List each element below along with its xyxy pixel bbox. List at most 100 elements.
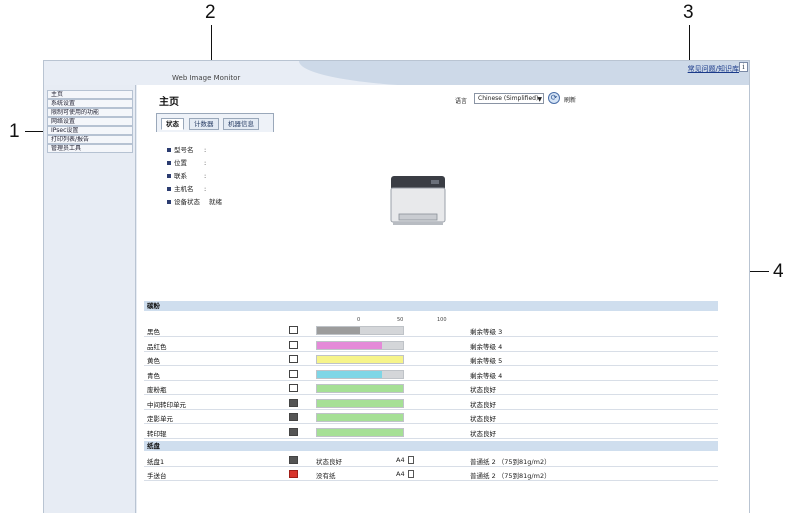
toner-status: 剩余等级 4 [470, 342, 503, 351]
paper-type: 普通纸 2 （75到81g/m2） [470, 472, 551, 480]
info-label: 主机名 [174, 185, 194, 193]
level-bar [316, 413, 404, 422]
header-bar: Web Image Monitor 常见问题/知识库 i [44, 61, 749, 87]
sidebar-item-restrict-functions[interactable]: 限制可使用的功能 [47, 108, 133, 117]
level-bar [316, 369, 404, 379]
level-bar [316, 427, 404, 437]
toner-row: 转印辊 状态良好 [144, 425, 718, 439]
refresh-link[interactable]: 刷新 [564, 95, 576, 104]
printer-image [387, 170, 449, 232]
help-link[interactable]: 常见问题/知识库 [688, 64, 739, 74]
toner-status: 状态良好 [470, 415, 496, 423]
toner-row: 黑色 剩余等级 3 [144, 323, 718, 337]
callout-3-line [689, 25, 690, 64]
level-bar-fill [317, 341, 382, 349]
header-wave [299, 61, 749, 87]
language-select-value: Chinese (Simplified) [478, 95, 539, 102]
bullet-icon [167, 161, 171, 165]
sidebar-item-print-list-report[interactable]: 打印列表/报告 [47, 135, 133, 144]
main-panel: 主页 语言 Chinese (Simplified) ▼ ⟳ 刷新 状态 计数器… [137, 85, 749, 513]
toner-row: 中间转印单元 状态良好 [144, 396, 718, 410]
info-row: 位置: [167, 157, 222, 170]
level-bar [316, 384, 404, 393]
level-bar [316, 340, 404, 350]
toner-status: 剩余等级 5 [470, 357, 503, 365]
language-select[interactable]: Chinese (Simplified) ▼ [474, 93, 544, 104]
callout-4: 4 [773, 261, 784, 282]
sidebar-item-network-settings[interactable]: 网络设置 [47, 117, 133, 126]
tray-section-header: 纸盘 [144, 441, 718, 451]
toner-status: 状态良好 [470, 386, 496, 394]
paper-orientation-icon [407, 470, 414, 478]
info-icon[interactable]: i [739, 62, 748, 72]
page-title: 主页 [159, 97, 179, 108]
refresh-icon[interactable]: ⟳ [548, 92, 560, 104]
product-name: Web Image Monitor [172, 74, 241, 82]
info-label: 位置 [174, 159, 187, 167]
toner-status: 状态良好 [470, 400, 496, 409]
chevron-down-icon: ▼ [537, 96, 542, 103]
info-row: 联系: [167, 170, 222, 183]
bypass-tray-error-icon [289, 470, 298, 478]
level-bar-fill [317, 370, 382, 378]
toner-label: 青色 [147, 371, 160, 380]
sidebar-item-system-settings[interactable]: 系统设置 [47, 99, 133, 108]
tray-row: 纸盘1 状态良好 A4 普通纸 2 （75到81g/m2） [144, 453, 718, 467]
toner-status: 剩余等级 4 [470, 371, 503, 380]
level-bar [316, 326, 404, 335]
sidebar-item-home[interactable]: 主页 [47, 90, 133, 99]
consumable-icon [289, 427, 298, 436]
consumable-icon [289, 398, 298, 407]
toner-row: 黄色 剩余等级 5 [144, 352, 718, 366]
toner-label: 废粉瓶 [147, 386, 167, 394]
paper-size: A4 [396, 456, 414, 464]
info-label: 设备状态 [174, 198, 200, 206]
tray-status: 状态良好 [316, 458, 342, 466]
toner-section-header: 碳粉 [144, 301, 718, 311]
callout-1: 1 [9, 121, 20, 142]
toner-row: 品红色 剩余等级 4 [144, 338, 718, 352]
level-bar-fill [317, 414, 403, 421]
toner-status: 剩余等级 3 [470, 328, 503, 336]
level-bar [316, 398, 404, 408]
level-bar-fill [317, 385, 403, 392]
info-row: 设备状态 就绪 [167, 196, 222, 209]
tab-counter[interactable]: 计数器 [189, 118, 219, 130]
level-bar-fill [317, 327, 360, 334]
level-bar-fill [317, 356, 403, 363]
toner-label: 黄色 [147, 357, 160, 365]
device-info: 型号名: 位置: 联系: 主机名: 设备状态 就绪 [167, 144, 222, 209]
consumable-icon [289, 384, 298, 392]
tab-machine-info[interactable]: 机器信息 [223, 118, 259, 130]
info-label: 联系 [174, 172, 187, 180]
toner-status: 状态良好 [470, 429, 496, 438]
level-bar-fill [317, 399, 403, 407]
consumable-icon [289, 413, 298, 421]
callout-3: 3 [683, 2, 694, 23]
toner-label: 转印辊 [147, 429, 167, 438]
browser-frame: Web Image Monitor 常见问题/知识库 i 主页 系统设置 限制可… [43, 60, 750, 513]
tray-row: 手送台 没有纸 A4 普通纸 2 （75到81g/m2） [144, 467, 718, 481]
sidebar-item-ipsec-settings[interactable]: IPsec设置 [47, 126, 133, 135]
paper-size-value: A4 [396, 470, 405, 478]
info-value: 就绪 [209, 198, 222, 206]
info-row: 型号名: [167, 144, 222, 157]
tab-status[interactable]: 状态 [161, 118, 184, 130]
sidebar-item-admin-tools[interactable]: 管理员工具 [47, 144, 133, 153]
toner-label: 品红色 [147, 342, 167, 351]
callout-2: 2 [205, 2, 216, 23]
sidebar: 主页 系统设置 限制可使用的功能 网络设置 IPsec设置 打印列表/报告 管理… [44, 85, 136, 513]
consumable-icon [289, 355, 298, 363]
toner-row: 青色 剩余等级 4 [144, 367, 718, 381]
tab-bar: 状态 计数器 机器信息 [156, 113, 274, 132]
consumable-icon [289, 369, 298, 378]
tray-label: 手送台 [147, 472, 167, 480]
bullet-icon [167, 187, 171, 191]
bullet-icon [167, 174, 171, 178]
consumable-icon [289, 326, 298, 334]
paper-orientation-icon [407, 456, 414, 464]
callout-1-line [25, 131, 43, 132]
toner-row: 定影单元 状态良好 [144, 410, 718, 424]
info-row: 主机名: [167, 183, 222, 196]
paper-size-value: A4 [396, 456, 405, 464]
